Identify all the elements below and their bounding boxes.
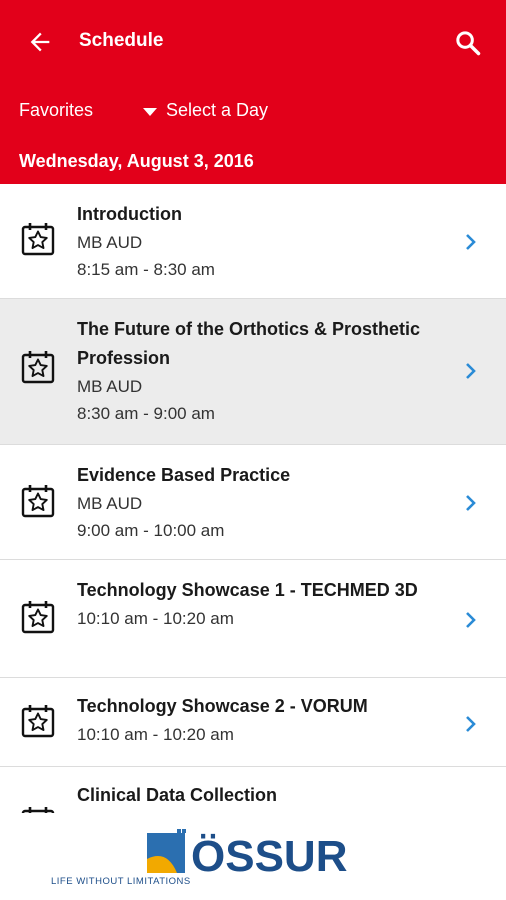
favorites-tab[interactable]: Favorites	[19, 100, 93, 121]
chevron-right-icon	[466, 612, 476, 628]
session-location: MB AUD	[77, 494, 143, 513]
app-header: Schedule Favorites Select a Day Wednesda…	[0, 0, 506, 184]
session-title: Technology Showcase 2 - VORUM	[77, 696, 368, 716]
session-row[interactable]: Evidence Based Practice MB AUD 9:00 am -…	[0, 445, 506, 560]
logo-wordmark: ÖSSUR	[191, 832, 347, 881]
session-row[interactable]: The Future of the Orthotics & Prosthetic…	[0, 299, 506, 445]
session-title: Evidence Based Practice	[77, 465, 291, 485]
session-row[interactable]: Technology Showcase 1 - TECHMED 3D 10:10…	[0, 560, 506, 678]
search-button[interactable]	[451, 26, 485, 60]
day-select-dropdown[interactable]: Select a Day	[143, 100, 268, 121]
calendar-star-icon[interactable]	[20, 221, 56, 257]
session-location: MB AUD	[77, 377, 143, 396]
session-title: Introduction	[77, 204, 182, 224]
session-time: 10:10 am - 10:20 am	[77, 725, 234, 744]
session-time: 8:15 am - 8:30 am	[77, 260, 215, 279]
session-list: Introduction MB AUD 8:15 am - 8:30 am Th…	[0, 184, 506, 813]
logo-tagline: LIFE WITHOUT LIMITATIONS	[51, 876, 191, 887]
sponsor-footer: ÖSSUR LIFE WITHOUT LIMITATIONS	[0, 813, 506, 900]
page-title: Schedule	[79, 30, 164, 51]
caret-down-icon	[143, 107, 157, 116]
session-row[interactable]: Introduction MB AUD 8:15 am - 8:30 am	[0, 184, 506, 299]
calendar-star-icon[interactable]	[20, 805, 56, 813]
session-location: MB AUD	[77, 233, 143, 252]
session-time: 8:30 am - 9:00 am	[77, 404, 215, 423]
calendar-star-icon[interactable]	[20, 483, 56, 519]
search-icon	[456, 31, 481, 56]
calendar-star-icon[interactable]	[20, 703, 56, 739]
day-select-label: Select a Day	[166, 100, 269, 120]
calendar-star-icon[interactable]	[20, 599, 56, 635]
chevron-right-icon	[466, 234, 476, 250]
session-title: Technology Showcase 1 - TECHMED 3D	[77, 580, 418, 600]
session-time: 10:10 am - 10:20 am	[77, 609, 234, 628]
session-title: Clinical Data Collection	[77, 785, 278, 805]
session-title: The Future of the Orthotics & Prosthetic…	[77, 319, 421, 368]
session-row[interactable]: Clinical Data Collection	[0, 767, 506, 813]
chevron-right-icon	[466, 363, 476, 379]
schedule-date: Wednesday, August 3, 2016	[19, 151, 254, 171]
chevron-right-icon	[466, 716, 476, 732]
back-button[interactable]	[24, 26, 56, 58]
chevron-right-icon	[466, 495, 476, 511]
calendar-star-icon[interactable]	[20, 349, 56, 385]
session-row[interactable]: Technology Showcase 2 - VORUM 10:10 am -…	[0, 678, 506, 767]
session-time: 9:00 am - 10:00 am	[77, 521, 225, 540]
arrow-left-icon	[30, 32, 50, 52]
